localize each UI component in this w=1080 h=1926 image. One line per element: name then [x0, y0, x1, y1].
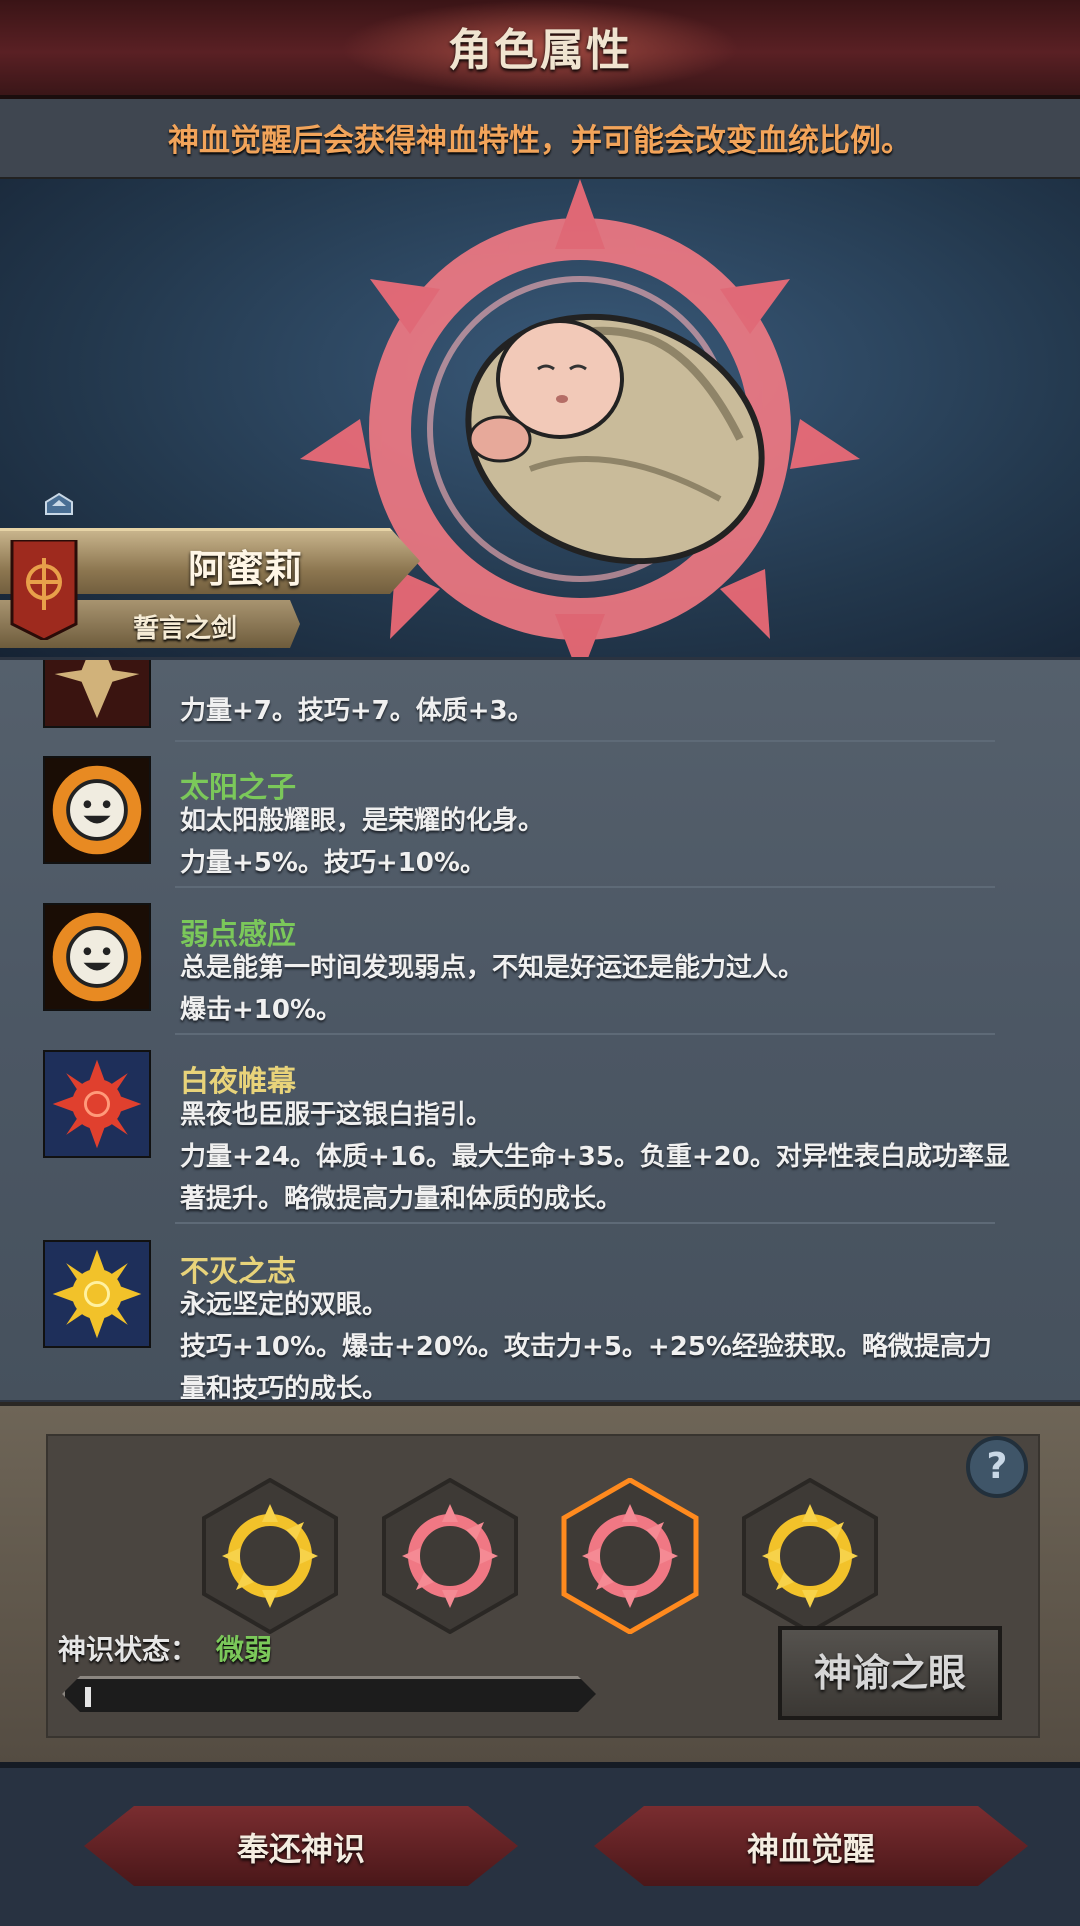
trait-description: 永远坚定的双眼。 — [180, 1290, 389, 1320]
divider — [175, 1222, 995, 1224]
status-label: 神识状态： — [58, 1633, 199, 1666]
gold-sun-icon — [43, 1240, 151, 1348]
trait-stats-cont: 量和技巧的成长。 — [180, 1374, 389, 1400]
red-sigil-icon[interactable] — [380, 1478, 520, 1634]
return-divinity-button[interactable]: 奉还神识 — [84, 1806, 518, 1886]
trait-stats-cont: 著提升。略微提高力量和体质的成长。 — [180, 1184, 623, 1214]
trait-stats: 力量+5%。技巧+10%。 — [180, 848, 486, 878]
blood-awaken-label: 神血觉醒 — [746, 1830, 875, 1868]
notice-bar: 神血觉醒后会获得神血特性，并可能会改变血统比例。 — [0, 99, 1080, 179]
trait-stats: 爆击+10%。 — [180, 995, 343, 1025]
baby-portrait — [465, 313, 765, 565]
trait-list[interactable]: 力量+7。技巧+7。体质+3。 太阳之子 如太阳般耀眼，是荣耀的化身。 力量+5… — [0, 660, 1080, 1400]
awareness-progress-bar — [62, 1676, 596, 1712]
rank-chevron-icon — [45, 492, 73, 515]
gold-sigil-icon[interactable] — [740, 1478, 880, 1634]
hero-name: 阿蜜莉 — [187, 547, 302, 591]
smiley-sun-icon — [43, 756, 151, 864]
partial-trait-icon — [43, 660, 151, 728]
hero-title: 誓言之剑 — [132, 614, 237, 644]
divider — [175, 740, 995, 742]
red-sun-icon — [43, 1050, 151, 1158]
return-divinity-label: 奉还神识 — [236, 1830, 365, 1868]
notice-text: 神血觉醒后会获得神血特性，并可能会改变血统比例。 — [168, 123, 912, 159]
help-button[interactable]: ? — [966, 1436, 1028, 1498]
divider — [175, 886, 995, 888]
header-bar: 角色属性 — [0, 0, 1080, 99]
page-title: 角色属性 — [448, 25, 632, 76]
blood-awaken-button[interactable]: 神血觉醒 — [594, 1806, 1028, 1886]
progress-fill — [85, 1687, 91, 1707]
trait-stats: 技巧+10%。爆击+20%。攻击力+5。+25%经验获取。略微提高力 — [180, 1332, 992, 1362]
trait-stats: 力量+24。体质+16。最大生命+35。负重+20。对异性表白成功率显 — [180, 1142, 1010, 1172]
trait-description: 如太阳般耀眼，是荣耀的化身。 — [180, 806, 545, 836]
gold-sigil-icon[interactable] — [200, 1478, 340, 1634]
family-crest-icon — [10, 540, 78, 640]
trait-description: 总是能第一时间发现弱点，不知是好运还是能力过人。 — [180, 953, 805, 983]
red-sigil-selected-icon[interactable] — [560, 1478, 700, 1634]
trait-description: 黑夜也臣服于这银白指引。 — [180, 1100, 493, 1130]
smiley-sun-icon — [43, 903, 151, 1011]
oracle-eye-button[interactable]: 神谕之眼 — [778, 1626, 1002, 1720]
status-value: 微弱 — [216, 1633, 273, 1666]
divider — [175, 1033, 995, 1035]
